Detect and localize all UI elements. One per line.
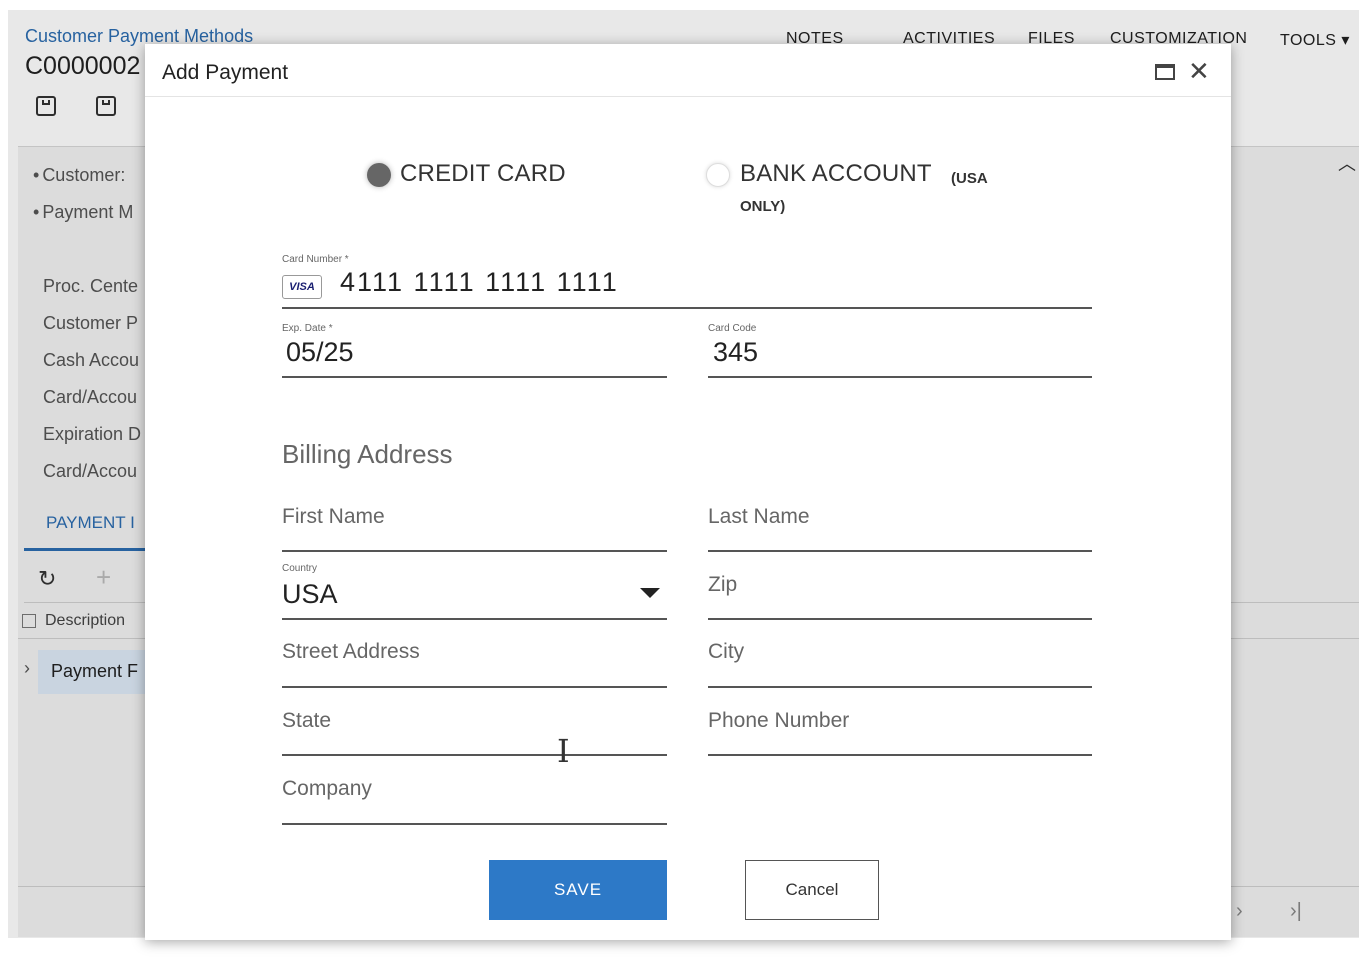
exp-date-underline: [282, 376, 667, 378]
last-name-underline: [708, 550, 1092, 552]
grid-column-description[interactable]: Description: [45, 612, 125, 630]
close-icon[interactable]: ✕: [1188, 56, 1210, 86]
field-label-customer-profile: Customer P: [43, 313, 139, 333]
city-input[interactable]: City: [708, 640, 744, 664]
field-label-card-account: Card/Accou: [43, 387, 138, 407]
refresh-icon[interactable]: ↻: [38, 566, 56, 592]
card-number-underline: [282, 307, 1092, 309]
card-number-label: Card Number *: [282, 254, 349, 265]
street-underline: [282, 686, 667, 688]
phone-underline: [708, 754, 1092, 756]
exp-date-input[interactable]: 05/25: [286, 337, 354, 368]
bank-account-note-2: ONLY): [740, 198, 786, 215]
last-name-input[interactable]: Last Name: [708, 505, 810, 529]
first-name-input[interactable]: First Name: [282, 505, 385, 529]
dialog-title: Add Payment: [162, 61, 289, 84]
save-icon[interactable]: [96, 96, 116, 116]
zip-underline: [708, 618, 1092, 620]
summary-payment-label: Payment M: [33, 202, 133, 223]
street-address-input[interactable]: Street Address: [282, 640, 420, 664]
document-id: C0000002: [25, 52, 141, 80]
undo-save-icon[interactable]: [36, 96, 56, 116]
country-underline: [282, 618, 667, 620]
exp-date-label: Exp. Date *: [282, 323, 333, 334]
company-underline: [282, 823, 667, 825]
company-input[interactable]: Company: [282, 777, 372, 801]
phone-number-input[interactable]: Phone Number: [708, 709, 849, 733]
grid-settings-icon[interactable]: [22, 614, 36, 628]
billing-address-title: Billing Address: [282, 439, 453, 469]
card-number-input[interactable]: 4111 1111 1111 1111: [340, 267, 619, 298]
state-input[interactable]: State: [282, 709, 331, 733]
zip-input[interactable]: Zip: [708, 573, 737, 597]
card-code-underline: [708, 376, 1092, 378]
grid-row-description: Payment F: [51, 661, 139, 681]
bank-account-label[interactable]: BANK ACCOUNT: [740, 160, 932, 188]
field-label-expiration: Expiration D: [43, 424, 142, 444]
credit-card-label[interactable]: CREDIT CARD: [400, 160, 566, 188]
city-underline: [708, 686, 1092, 688]
expand-row-icon[interactable]: ›: [24, 658, 30, 679]
nav-tools-label: TOOLS: [1280, 32, 1337, 49]
country-label: Country: [282, 563, 318, 574]
next-page-icon[interactable]: ›: [1236, 900, 1243, 923]
state-underline: [282, 754, 667, 756]
dialog-header: Add Payment ✕: [145, 44, 1231, 97]
credit-card-radio[interactable]: [367, 163, 391, 187]
chevron-down-icon[interactable]: [640, 588, 660, 598]
add-icon[interactable]: +: [96, 562, 111, 593]
card-code-input[interactable]: 345: [713, 337, 758, 368]
save-button[interactable]: SAVE: [489, 860, 667, 920]
visa-icon: VISA: [282, 275, 322, 299]
text-cursor-icon: I: [557, 732, 570, 770]
country-select[interactable]: USA: [282, 579, 338, 610]
nav-tools[interactable]: TOOLS ▾: [1280, 30, 1350, 50]
first-name-underline: [282, 550, 667, 552]
add-payment-dialog: Add Payment ✕ CREDIT CARD BANK ACCOUNT (…: [145, 44, 1231, 940]
field-label-proc-center: Proc. Cente: [43, 276, 139, 296]
tab-payment-info[interactable]: PAYMENT I: [46, 513, 135, 533]
last-page-icon[interactable]: ›|: [1290, 900, 1302, 923]
card-code-label: Card Code: [708, 323, 757, 334]
bank-account-note: (USA: [951, 170, 988, 187]
summary-customer-label: Customer:: [33, 165, 125, 186]
cancel-button[interactable]: Cancel: [745, 860, 879, 920]
field-label-card-account-2: Card/Accou: [43, 461, 138, 481]
bank-account-radio[interactable]: [706, 163, 730, 187]
maximize-icon[interactable]: [1155, 64, 1175, 80]
field-label-cash-account: Cash Accou: [43, 350, 140, 370]
collapse-icon[interactable]: ︿: [1338, 150, 1356, 176]
